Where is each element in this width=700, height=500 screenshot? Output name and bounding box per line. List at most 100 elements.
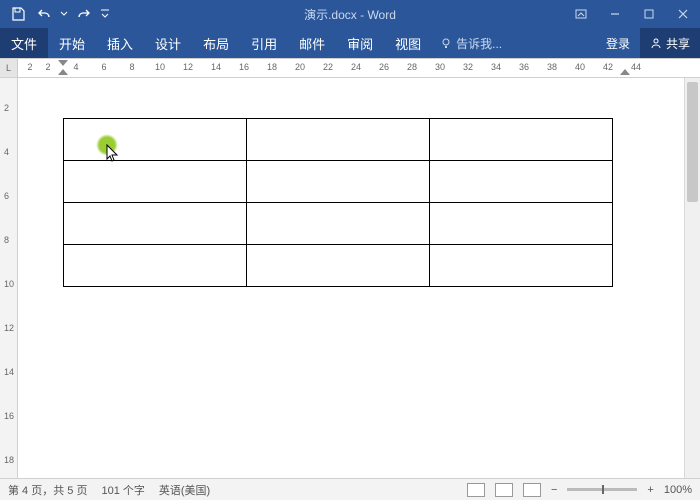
table-cell[interactable]: [430, 245, 613, 287]
table-row[interactable]: [64, 245, 613, 287]
table-row[interactable]: [64, 161, 613, 203]
web-layout-button[interactable]: [523, 483, 541, 497]
tab-mailings[interactable]: 邮件: [288, 28, 336, 58]
ruler-tick: 2: [27, 62, 32, 72]
undo-dropdown[interactable]: [58, 3, 70, 25]
read-mode-button[interactable]: [467, 483, 485, 497]
zoom-level[interactable]: 100%: [664, 484, 692, 496]
undo-icon: [37, 7, 51, 21]
ruler-scale[interactable]: 2246810121416182022242628303234363840424…: [18, 59, 700, 77]
save-button[interactable]: [6, 3, 30, 25]
zoom-slider[interactable]: [567, 488, 637, 491]
vertical-scrollbar[interactable]: [684, 78, 700, 488]
ruler-tick: 24: [351, 62, 361, 72]
maximize-button[interactable]: [632, 0, 666, 28]
ruler-tick: 22: [323, 62, 333, 72]
zoom-in-button[interactable]: +: [647, 484, 653, 496]
lightbulb-icon: [440, 37, 452, 49]
tell-me-label: 告诉我...: [456, 35, 502, 52]
vruler-tick: 2: [4, 103, 9, 113]
table-cell[interactable]: [247, 161, 430, 203]
tab-review[interactable]: 审阅: [336, 28, 384, 58]
tab-selector[interactable]: L: [0, 59, 18, 77]
table-row[interactable]: [64, 119, 613, 161]
ruler-tick: 14: [211, 62, 221, 72]
login-button[interactable]: 登录: [596, 28, 640, 58]
redo-button[interactable]: [72, 3, 96, 25]
ruler-tick: 8: [129, 62, 134, 72]
ruler-tick: 44: [631, 62, 641, 72]
ruler-tick: 34: [491, 62, 501, 72]
document-canvas[interactable]: [18, 78, 684, 488]
ribbon-display-options[interactable]: [564, 0, 598, 28]
vruler-tick: 6: [4, 191, 9, 201]
table-cell[interactable]: [247, 203, 430, 245]
tell-me-search[interactable]: 告诉我...: [432, 28, 510, 58]
first-line-indent-marker[interactable]: [58, 60, 68, 68]
minimize-button[interactable]: [598, 0, 632, 28]
table-cell[interactable]: [64, 161, 247, 203]
ruler-tick: 2: [45, 62, 50, 72]
print-layout-button[interactable]: [495, 483, 513, 497]
page-number-status[interactable]: 第 4 页，共 5 页: [8, 482, 87, 498]
table-cell[interactable]: [64, 245, 247, 287]
tab-insert[interactable]: 插入: [96, 28, 144, 58]
quick-access-toolbar: [0, 3, 112, 25]
chevron-down-icon: [100, 9, 110, 19]
tab-view[interactable]: 视图: [384, 28, 432, 58]
table-cell[interactable]: [247, 245, 430, 287]
document-area: 24681012141618: [0, 78, 700, 488]
word-count-status[interactable]: 101 个字: [101, 482, 144, 498]
tab-design[interactable]: 设计: [144, 28, 192, 58]
vruler-tick: 14: [4, 367, 14, 377]
close-button[interactable]: [666, 0, 700, 28]
scrollbar-thumb[interactable]: [687, 82, 698, 202]
table-cell[interactable]: [430, 161, 613, 203]
share-button[interactable]: 共享: [640, 28, 700, 58]
vruler-tick: 12: [4, 323, 14, 333]
ruler-tick: 40: [575, 62, 585, 72]
document-table[interactable]: [63, 118, 613, 287]
status-bar: 第 4 页，共 5 页 101 个字 英语(美国) − + 100%: [0, 478, 700, 500]
zoom-out-button[interactable]: −: [551, 484, 557, 496]
table-cell[interactable]: [64, 119, 247, 161]
share-icon: [650, 37, 662, 49]
tab-home[interactable]: 开始: [48, 28, 96, 58]
horizontal-ruler[interactable]: L 22468101214161820222426283032343638404…: [0, 58, 700, 78]
document-title: 演示.docx - Word: [304, 6, 396, 23]
table-cell[interactable]: [247, 119, 430, 161]
hanging-indent-marker[interactable]: [58, 69, 68, 77]
right-indent-marker[interactable]: [620, 69, 630, 77]
ruler-tick: 4: [73, 62, 78, 72]
cursor-icon: [106, 144, 120, 162]
vruler-tick: 4: [4, 147, 9, 157]
vertical-ruler[interactable]: 24681012141618: [0, 78, 18, 488]
page[interactable]: [18, 78, 684, 488]
close-icon: [678, 9, 688, 19]
ruler-tick: 16: [239, 62, 249, 72]
ruler-tick: 42: [603, 62, 613, 72]
table-cell[interactable]: [64, 203, 247, 245]
qat-customize[interactable]: [98, 3, 112, 25]
minimize-icon: [610, 9, 620, 19]
ribbon-options-icon: [575, 9, 587, 19]
tab-file[interactable]: 文件: [0, 28, 48, 58]
chevron-down-icon: [60, 10, 68, 18]
table-cell[interactable]: [430, 119, 613, 161]
share-label: 共享: [666, 35, 690, 52]
ruler-tick: 36: [519, 62, 529, 72]
table-cell[interactable]: [430, 203, 613, 245]
language-status[interactable]: 英语(美国): [159, 482, 210, 498]
tab-layout[interactable]: 布局: [192, 28, 240, 58]
ruler-tick: 30: [435, 62, 445, 72]
vruler-tick: 10: [4, 279, 14, 289]
maximize-icon: [644, 9, 654, 19]
ruler-tick: 32: [463, 62, 473, 72]
ruler-tick: 38: [547, 62, 557, 72]
vruler-tick: 18: [4, 455, 14, 465]
undo-button[interactable]: [32, 3, 56, 25]
ruler-tick: 18: [267, 62, 277, 72]
table-row[interactable]: [64, 203, 613, 245]
ruler-tick: 26: [379, 62, 389, 72]
tab-references[interactable]: 引用: [240, 28, 288, 58]
